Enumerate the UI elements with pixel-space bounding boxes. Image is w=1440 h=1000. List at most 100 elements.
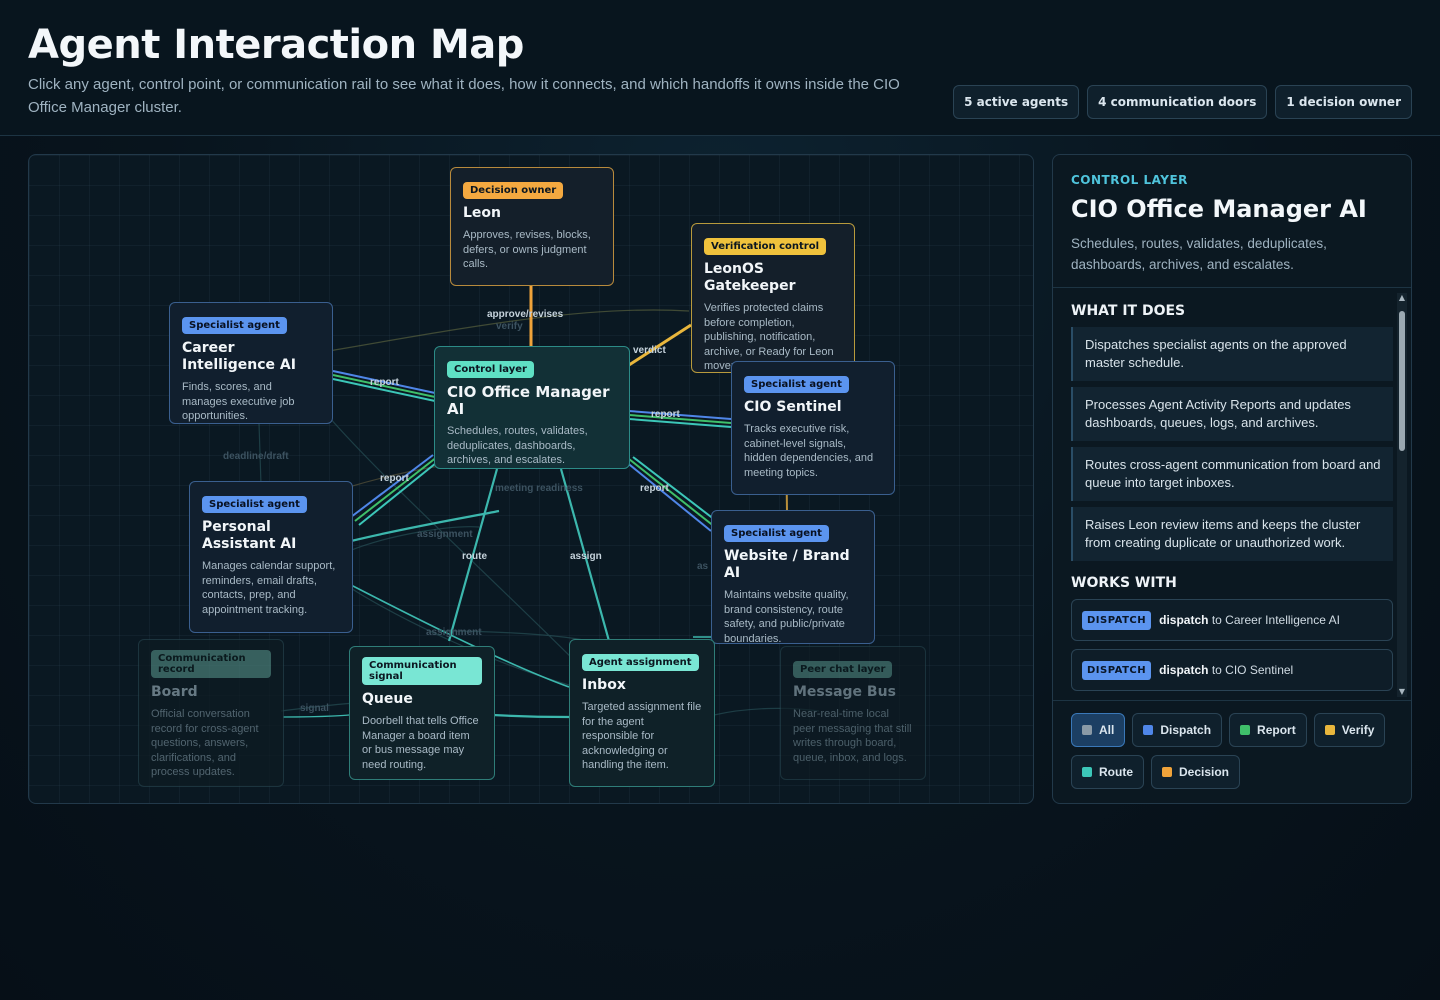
page-title: Agent Interaction Map: [28, 22, 524, 68]
node-leonos-gatekeeper[interactable]: Verification control LeonOS Gatekeeper V…: [691, 223, 855, 373]
node-badge: Specialist agent: [182, 317, 287, 334]
edge-label-report-career[interactable]: report: [370, 377, 399, 388]
detail-scroll-area[interactable]: WHAT IT DOES Dispatches specialist agent…: [1053, 289, 1411, 699]
node-message-bus[interactable]: Peer chat layer Message Bus Near-real-ti…: [780, 646, 926, 780]
node-personal-assistant-ai[interactable]: Specialist agent Personal Assistant AI M…: [189, 481, 353, 633]
node-desc: Near-real-time local peer messaging that…: [793, 708, 912, 764]
edge-label-deadline[interactable]: deadline/draft: [223, 451, 289, 462]
decision-owner-pill: 1 decision owner: [1275, 85, 1412, 119]
relation-verb: dispatch: [1159, 613, 1209, 627]
interaction-map-canvas[interactable]: approve/revises verify verdict report re…: [28, 154, 1034, 804]
node-title: Personal Assistant AI: [202, 519, 297, 552]
edge-label-assignment[interactable]: assignment: [426, 627, 482, 638]
node-board[interactable]: Communication record Board Official conv…: [138, 639, 284, 787]
page-subtitle: Click any agent, control point, or commu…: [28, 76, 900, 116]
detail-title: CIO Office Manager AI: [1071, 195, 1367, 223]
node-title: CIO Sentinel: [744, 399, 842, 415]
node-desc: Official conversation record for cross-a…: [151, 708, 259, 778]
node-badge: Peer chat layer: [793, 661, 893, 678]
edge-label-as[interactable]: as: [697, 561, 708, 572]
rail-sentinel[interactable]: [628, 414, 732, 424]
node-desc: Schedules, routes, validates, deduplicat…: [447, 425, 588, 466]
rail-website[interactable]: [624, 460, 712, 532]
node-cio-office-manager-ai[interactable]: Control layer CIO Office Manager AI Sche…: [434, 346, 630, 469]
edge-label-approve[interactable]: approve/revises: [487, 309, 563, 320]
filter-report-button[interactable]: Report: [1229, 713, 1307, 747]
relation-item[interactable]: DISPATCH dispatch to CIO Sentinel: [1071, 649, 1393, 691]
node-queue[interactable]: Communication signal Queue Doorbell that…: [349, 646, 495, 780]
task-item: Processes Agent Activity Reports and upd…: [1071, 387, 1393, 441]
edge-label-verify[interactable]: verify: [496, 321, 523, 332]
verify-swatch-icon: [1324, 725, 1335, 735]
node-title: Inbox: [582, 677, 626, 693]
filter-verify-button[interactable]: Verify: [1313, 713, 1386, 747]
scroll-up-arrow-icon[interactable]: ▲: [1397, 293, 1407, 303]
edge-label-assign[interactable]: assign: [570, 551, 602, 562]
rail-sentinel[interactable]: [628, 418, 732, 428]
filter-all-button[interactable]: All: [1071, 713, 1126, 747]
detail-description: Schedules, routes, validates, deduplicat…: [1071, 236, 1327, 272]
filter-label: Report: [1257, 723, 1296, 737]
filter-label: Decision: [1179, 765, 1230, 779]
node-badge: Specialist agent: [744, 376, 849, 393]
node-desc: Doorbell that tells Office Manager a boa…: [362, 715, 479, 771]
node-cio-sentinel[interactable]: Specialist agent CIO Sentinel Tracks exe…: [731, 361, 895, 495]
edge-label-report-assistant[interactable]: report: [380, 473, 409, 484]
node-badge: Communication signal: [362, 657, 482, 685]
relation-tag: DISPATCH: [1082, 660, 1152, 680]
node-badge: Verification control: [704, 238, 827, 255]
node-title: Website / Brand AI: [724, 548, 850, 581]
detail-scrollbar[interactable]: ▲ ▼: [1397, 293, 1407, 697]
rail-assistant[interactable]: [354, 456, 438, 522]
filter-label: Route: [1099, 765, 1133, 779]
scroll-down-arrow-icon[interactable]: ▼: [1397, 687, 1407, 697]
filter-label: All: [1099, 723, 1115, 737]
task-item: Raises Leon review items and keeps the c…: [1071, 507, 1393, 561]
rail-assistant[interactable]: [358, 458, 442, 526]
relation-tag: DISPATCH: [1082, 610, 1152, 630]
edge-label-meeting[interactable]: meeting readiness: [495, 483, 583, 494]
rail-route[interactable]: [492, 713, 570, 719]
node-title: LeonOS Gatekeeper: [704, 261, 796, 294]
node-title: CIO Office Manager AI: [447, 383, 610, 418]
scrollbar-thumb[interactable]: [1399, 311, 1405, 451]
node-badge: Agent assignment: [582, 654, 699, 671]
communication-doors-pill: 4 communication doors: [1087, 85, 1268, 119]
relation-verb: dispatch: [1159, 663, 1209, 677]
node-inbox[interactable]: Agent assignment Inbox Targeted assignme…: [569, 639, 715, 787]
task-item: Dispatches specialist agents on the appr…: [1071, 327, 1393, 381]
edge-label-verdict[interactable]: verdict: [633, 345, 666, 356]
route-swatch-icon: [1082, 767, 1092, 777]
report-swatch-icon: [1240, 725, 1251, 735]
page-header: Agent Interaction Map Click any agent, c…: [0, 0, 1440, 136]
node-desc: Finds, scores, and manages executive job…: [182, 381, 295, 422]
node-badge: Decision owner: [463, 182, 564, 199]
detail-panel-header: CONTROL LAYER CIO Office Manager AI Sche…: [1053, 155, 1411, 288]
node-website-brand-ai[interactable]: Specialist agent Website / Brand AI Main…: [711, 510, 875, 645]
edge-label-signal[interactable]: signal: [300, 703, 329, 714]
all-swatch-icon: [1082, 725, 1092, 735]
relation-item[interactable]: DISPATCH dispatch to Career Intelligence…: [1071, 599, 1393, 641]
node-leon[interactable]: Decision owner Leon Approves, revises, b…: [450, 167, 614, 286]
edge-label-report-website[interactable]: report: [640, 483, 669, 494]
edge-label-assignment[interactable]: assignment: [417, 529, 473, 540]
filter-decision-button[interactable]: Decision: [1151, 755, 1241, 789]
rail-filters: All Dispatch Report Verify Route Decisio…: [1053, 700, 1411, 803]
node-career-intelligence-ai[interactable]: Specialist agent Career Intelligence AI …: [169, 302, 333, 424]
node-badge: Specialist agent: [202, 496, 307, 513]
rail-sentinel[interactable]: [628, 410, 732, 420]
node-title: Message Bus: [793, 684, 896, 700]
rail-assistant[interactable]: [350, 454, 434, 518]
edge-label-report-sentinel[interactable]: report: [651, 409, 680, 420]
node-desc: Maintains website quality, brand consist…: [724, 589, 849, 645]
node-badge: Specialist agent: [724, 525, 829, 542]
filter-dispatch-button[interactable]: Dispatch: [1132, 713, 1223, 747]
edge-label-route[interactable]: route: [462, 551, 487, 562]
detail-eyebrow: CONTROL LAYER: [1071, 173, 1188, 187]
rail-route[interactable]: [282, 714, 350, 718]
node-badge: Control layer: [447, 361, 534, 378]
works-with-heading: WORKS WITH: [1071, 575, 1177, 591]
node-title: Career Intelligence AI: [182, 340, 296, 373]
node-title: Leon: [463, 205, 502, 221]
filter-route-button[interactable]: Route: [1071, 755, 1144, 789]
